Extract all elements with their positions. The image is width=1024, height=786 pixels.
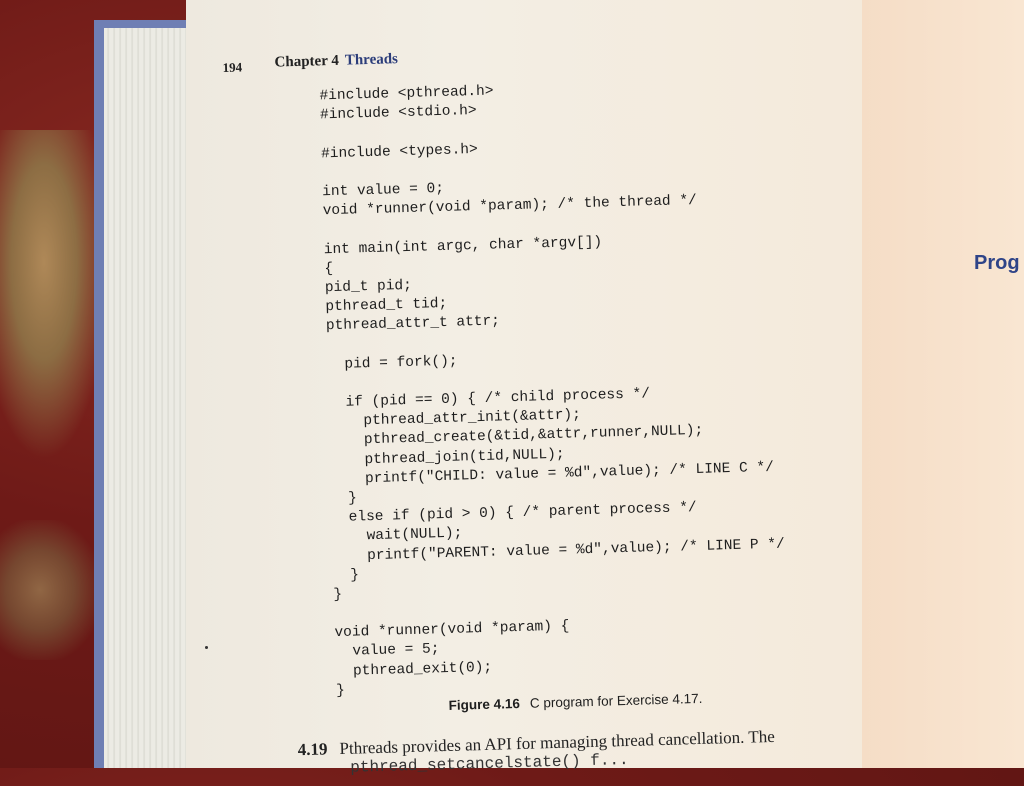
exercise-number: 4.19 <box>297 739 328 760</box>
page-number: 194 <box>222 59 243 76</box>
figure-label: Figure 4.16 <box>448 695 521 713</box>
page-content: 194 Chapter 4 Threads #include <pthread.h… <box>0 0 1024 777</box>
chapter-title: Threads <box>344 51 399 69</box>
running-header: Chapter 4 Threads <box>274 51 398 71</box>
code-listing: #include <pthread.h> #include <stdio.h> #i… <box>319 75 788 701</box>
chapter-label: Chapter 4 <box>274 52 340 71</box>
